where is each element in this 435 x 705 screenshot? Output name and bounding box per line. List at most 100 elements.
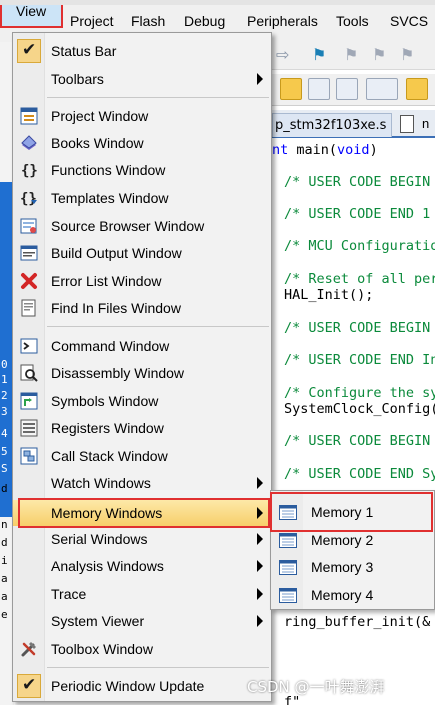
menu-item-error-list-window[interactable]: Error List Window (13, 268, 271, 294)
code-line: /* USER CODE END 1 */ (284, 206, 431, 222)
left-panel-char: i (1, 554, 8, 567)
menu-peripherals[interactable]: Peripherals (247, 11, 318, 31)
menu-item-source-browser-window[interactable]: Source Browser Window (13, 213, 271, 239)
flag-prev-icon[interactable]: ⚑ (372, 45, 386, 65)
code-keyword: nt (272, 142, 289, 158)
menu-item-label: Toolbox Window (51, 641, 153, 657)
watermark-text: CSDN @一叶舞澎湃 (247, 678, 385, 696)
submenu-item-label: Memory 3 (311, 559, 374, 575)
document-icon[interactable] (400, 115, 414, 133)
menu-item-label: Books Window (51, 135, 144, 151)
menu-item-symbols-window[interactable]: Symbols Window (13, 388, 271, 414)
error-x-icon (21, 273, 37, 289)
memory-window-icon (279, 588, 297, 603)
menu-item-periodic-window-update[interactable]: ✔ Periodic Window Update (13, 673, 271, 699)
image-dropdown-icon[interactable] (366, 78, 398, 100)
svg-text:{}: {} (21, 163, 38, 179)
code-editor[interactable]: nt main(void) /* USER CODE BEGIN 1 */ /*… (272, 140, 435, 705)
menu-item-toolbox-window[interactable]: Toolbox Window (13, 636, 271, 662)
menu-item-label: Status Bar (51, 43, 117, 59)
toolbox-icon (21, 642, 36, 657)
arrow-right-icon[interactable]: ⇨ (276, 45, 289, 65)
call-stack-icon (20, 447, 38, 465)
submenu-item-label: Memory 4 (311, 587, 374, 603)
code-line-text: nt main(void) (272, 142, 378, 158)
menu-item-label: Build Output Window (51, 245, 182, 261)
menu-item-label: Disassembly Window (51, 365, 185, 381)
network-icon[interactable] (336, 78, 358, 100)
menu-project[interactable]: Project (70, 11, 114, 31)
menu-debug[interactable]: Debug (184, 11, 225, 31)
menu-item-analysis-windows[interactable]: Analysis Windows (13, 553, 271, 579)
submenu-item-memory-3[interactable]: Memory 3 (271, 554, 434, 581)
menu-item-status-bar[interactable]: ✔ Status Bar (13, 38, 271, 64)
menu-item-build-output-window[interactable]: Build Output Window (13, 240, 271, 266)
flag-icon[interactable]: ⚑ (312, 45, 326, 65)
submenu-item-memory-4[interactable]: Memory 4 (271, 582, 434, 609)
menu-item-project-window[interactable]: Project Window (13, 103, 271, 129)
menu-item-label: Source Browser Window (51, 218, 205, 234)
memory-window-icon (279, 533, 297, 548)
menu-svcs[interactable]: SVCS (390, 11, 428, 31)
menu-item-label: Error List Window (51, 273, 162, 289)
flag-clear-icon[interactable]: ⚑ (400, 45, 414, 65)
menu-item-books-window[interactable]: Books Window (13, 130, 271, 156)
menu-flash[interactable]: Flash (131, 11, 165, 31)
view-menu-dropdown: ✔ Status Bar Toolbars Project Window Boo… (12, 32, 272, 702)
project-window-icon (20, 107, 38, 125)
symbols-icon (20, 392, 38, 410)
submenu-item-label: Memory 2 (311, 532, 374, 548)
memory-window-icon (279, 560, 297, 575)
tab-startup-file[interactable]: p_stm32f103xe.s (272, 113, 392, 137)
menu-tools[interactable]: Tools (336, 11, 369, 31)
menu-item-label: Registers Window (51, 420, 164, 436)
menu-item-find-in-files-window[interactable]: Find In Files Window (13, 295, 271, 321)
menu-item-templates-window[interactable]: {} Templates Window (13, 185, 271, 211)
menu-item-call-stack-window[interactable]: Call Stack Window (13, 443, 271, 469)
menu-item-watch-windows[interactable]: Watch Windows (13, 470, 271, 496)
left-panel-char: n (1, 518, 8, 531)
left-panel-char: 2 (1, 389, 8, 402)
code-line: /* Configure the system clock */ (284, 385, 435, 401)
menu-item-label: Call Stack Window (51, 448, 168, 464)
menu-item-label: Watch Windows (51, 475, 151, 491)
svg-text:{}: {} (20, 191, 37, 207)
code-line: SystemClock_Config(); (284, 401, 435, 417)
disassembly-icon (20, 364, 38, 382)
menu-view-label: View (16, 3, 47, 19)
command-window-icon (20, 338, 38, 354)
menu-item-trace[interactable]: Trace (13, 581, 271, 607)
settings-icon[interactable] (406, 78, 428, 100)
menu-item-label: System Viewer (51, 613, 145, 629)
window-layout-icon[interactable] (280, 78, 302, 100)
list-view-icon[interactable] (308, 78, 330, 100)
left-panel-char: a (1, 590, 8, 603)
submenu-arrow-icon (257, 615, 263, 627)
find-in-files-icon (21, 299, 36, 317)
menu-item-disassembly-window[interactable]: Disassembly Window (13, 360, 271, 386)
menu-item-label: Symbols Window (51, 393, 159, 409)
memory-1-highlight-outline (270, 492, 433, 532)
flag-next-icon[interactable]: ⚑ (344, 45, 358, 65)
menu-separator (47, 326, 269, 327)
menu-item-functions-window[interactable]: {} Functions Window (13, 157, 271, 183)
menu-item-serial-windows[interactable]: Serial Windows (13, 526, 271, 552)
menu-item-label: Find In Files Window (51, 300, 181, 316)
menu-item-command-window[interactable]: Command Window (13, 333, 271, 359)
tab-more-label[interactable]: n (422, 116, 429, 131)
menu-item-registers-window[interactable]: Registers Window (13, 415, 271, 441)
menu-item-system-viewer[interactable]: System Viewer (13, 608, 271, 634)
submenu-arrow-icon (257, 73, 263, 85)
code-identifier: main (288, 142, 329, 158)
menu-item-toolbars[interactable]: Toolbars (13, 66, 271, 92)
checkmark-icon: ✔ (17, 674, 41, 698)
code-line: /* USER CODE BEGIN SysInit */ (284, 433, 431, 449)
title-bar-strip (0, 0, 435, 5)
submenu-arrow-icon (257, 588, 263, 600)
menu-item-label: Periodic Window Update (51, 678, 205, 694)
code-line-main: nt main(void) (272, 142, 378, 158)
left-panel-char: 5 (1, 445, 8, 458)
left-panel-char: 0 (1, 358, 8, 371)
left-panel-char: 1 (1, 373, 8, 386)
menu-item-label: Analysis Windows (51, 558, 164, 574)
